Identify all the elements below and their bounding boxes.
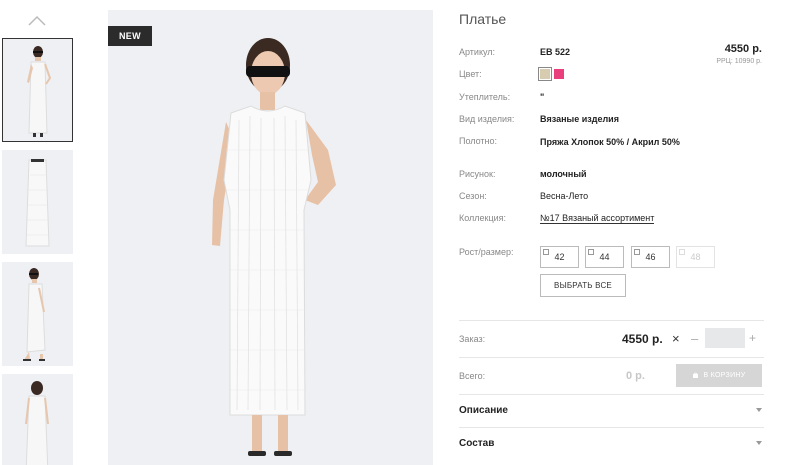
add-to-cart-button[interactable]: В КОРЗИНУ bbox=[676, 364, 762, 387]
chevron-up-icon[interactable] bbox=[27, 14, 47, 28]
size-option-44[interactable]: 44 bbox=[585, 246, 624, 268]
accordion-title: Состав bbox=[459, 438, 495, 449]
size-label: Рост/размер: bbox=[459, 247, 514, 257]
spec-value: " bbox=[540, 92, 545, 102]
divider bbox=[459, 357, 764, 358]
checkbox-icon bbox=[679, 249, 685, 255]
product-title: Платье bbox=[459, 11, 507, 27]
spec-label: Вид изделия: bbox=[459, 114, 515, 124]
select-all-sizes-button[interactable]: ВЫБРАТЬ ВСЕ bbox=[540, 274, 626, 297]
thumbnail-2[interactable] bbox=[2, 150, 73, 254]
spec-color: Цвет: bbox=[459, 67, 579, 81]
spec-value: Пряжа Хлопок 50% / Акрил 50% bbox=[540, 137, 680, 147]
cart-icon bbox=[693, 372, 699, 378]
size-value: 48 bbox=[690, 252, 701, 262]
spec-label: Полотно: bbox=[459, 136, 498, 146]
size-value: 42 bbox=[554, 252, 565, 262]
thumbnail-4[interactable] bbox=[2, 374, 73, 465]
spec-label: Коллекция: bbox=[459, 213, 507, 223]
size-value: 44 bbox=[599, 252, 610, 262]
size-option-48: 48 bbox=[676, 246, 715, 268]
product-price: 4550 р. bbox=[724, 43, 762, 55]
recommended-price: РРЦ: 10990 р. bbox=[716, 58, 762, 65]
spec-value: Весна-Лето bbox=[540, 191, 589, 201]
accordion-title: Описание bbox=[459, 405, 508, 416]
color-swatch-pink[interactable] bbox=[554, 69, 564, 79]
new-badge: NEW bbox=[108, 26, 152, 46]
size-value: 46 bbox=[645, 252, 656, 262]
spec-label: Сезон: bbox=[459, 191, 487, 201]
spec-value: Вязаные изделия bbox=[540, 114, 619, 124]
total-label: Всего: bbox=[459, 371, 486, 381]
collection-link[interactable]: №17 Вязаный ассортимент bbox=[540, 213, 655, 224]
spec-label: Утеплитель: bbox=[459, 92, 511, 102]
size-option-42[interactable]: 42 bbox=[540, 246, 579, 268]
divider bbox=[459, 427, 764, 428]
caret-down-icon bbox=[756, 408, 762, 412]
product-info-panel: Платье 4550 р. РРЦ: 10990 р. Артикул: EB… bbox=[459, 0, 764, 465]
color-swatch-beige[interactable] bbox=[538, 67, 552, 81]
total-value: 0 р. bbox=[626, 370, 645, 382]
order-price: 4550 р. bbox=[622, 332, 663, 346]
order-label: Заказ: bbox=[459, 334, 486, 344]
caret-down-icon bbox=[756, 441, 762, 445]
checkbox-icon bbox=[543, 249, 549, 255]
thumbnail-1[interactable] bbox=[2, 38, 73, 142]
quantity-input[interactable] bbox=[705, 328, 745, 348]
accordion-description[interactable]: Описание bbox=[459, 405, 764, 419]
accordion-composition[interactable]: Состав bbox=[459, 438, 764, 452]
spec-label: Цвет: bbox=[459, 69, 482, 79]
divider bbox=[459, 320, 764, 321]
size-option-46[interactable]: 46 bbox=[631, 246, 670, 268]
checkbox-icon bbox=[588, 249, 594, 255]
spec-value: молочный bbox=[540, 169, 587, 179]
spec-label: Рисунок: bbox=[459, 169, 496, 179]
quantity-increment-button[interactable]: + bbox=[749, 331, 756, 345]
times-icon: × bbox=[672, 331, 680, 346]
divider bbox=[459, 394, 764, 395]
quantity-decrement-button[interactable]: – bbox=[691, 331, 698, 346]
checkbox-icon bbox=[634, 249, 640, 255]
product-main-image[interactable]: NEW bbox=[108, 10, 433, 465]
spec-label: Артикул: bbox=[459, 47, 496, 57]
spec-value: EB 522 bbox=[540, 47, 571, 57]
cart-button-label: В КОРЗИНУ bbox=[703, 372, 746, 379]
thumbnail-3[interactable] bbox=[2, 262, 73, 366]
